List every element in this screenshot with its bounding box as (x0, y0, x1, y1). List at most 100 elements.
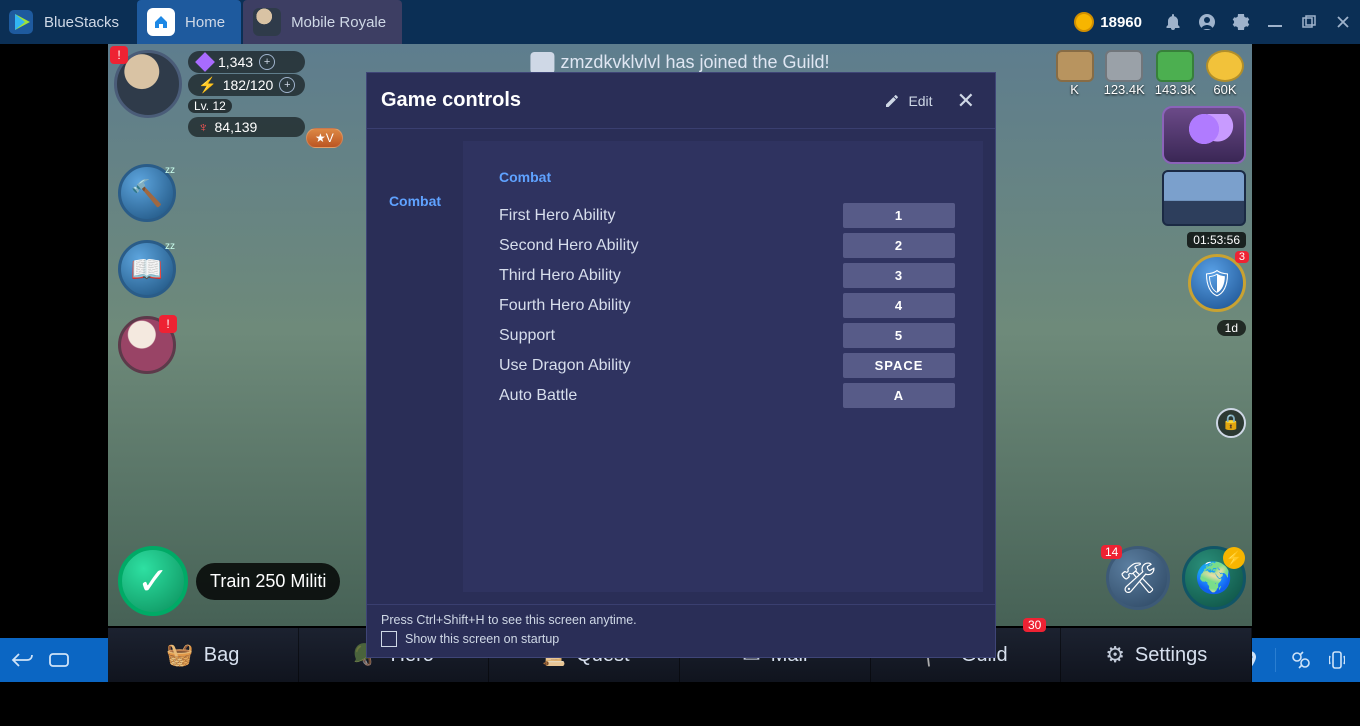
shake-icon[interactable] (1322, 645, 1352, 675)
dialog-header: Game controls Edit ✕ (367, 73, 995, 129)
coin-balance[interactable]: 18960 (1074, 12, 1142, 32)
dialog-title: Game controls (381, 89, 884, 112)
book-icon: 📖 (131, 254, 163, 285)
left-shortcut-column: 🔨zz 📖zz ! (118, 164, 176, 374)
coin-amount: 18960 (1100, 14, 1142, 31)
footer-hint: Press Ctrl+Shift+H to see this screen an… (381, 613, 981, 627)
edit-button[interactable]: Edit (884, 93, 932, 109)
control-label: Second Hero Ability (499, 237, 639, 255)
power-row[interactable]: ♆ 84,139 (188, 117, 305, 137)
power-icon: ♆ (198, 119, 209, 135)
keybind-input[interactable]: SPACE (843, 353, 955, 378)
tab-home-label: Home (185, 14, 225, 31)
chat-bubble-icon (530, 52, 554, 74)
reward-chest[interactable] (1162, 106, 1246, 164)
screenshot-icon[interactable] (1286, 645, 1316, 675)
game-controls-dialog: Game controls Edit ✕ Combat Combat First… (366, 72, 996, 658)
dialog-category-list: Combat (367, 129, 463, 604)
add-energy-icon[interactable]: + (279, 77, 295, 93)
window-minimize-icon[interactable] (1260, 7, 1290, 37)
task-hint[interactable]: ✓ Train 250 Militi (118, 546, 340, 616)
shield-duration: 1d (1217, 320, 1246, 336)
coin-icon (1074, 12, 1094, 32)
bluestacks-logo-icon (4, 5, 38, 39)
close-button[interactable]: ✕ (951, 84, 981, 118)
shield-icon: 🛡 (1200, 268, 1233, 299)
player-level: Lv. 12 (188, 99, 232, 113)
player-cluster: ! 1,343+ ⚡182/120+ Lv. 12 ♆84,139 (114, 50, 305, 137)
startup-checkbox[interactable] (381, 631, 397, 647)
nav-settings[interactable]: ⚙Settings (1061, 628, 1252, 682)
category-combat[interactable]: Combat (367, 193, 463, 209)
research-button[interactable]: 📖zz (118, 240, 176, 298)
wrench-icon: 🛠 (1119, 561, 1157, 596)
control-label: Use Dragon Ability (499, 357, 631, 375)
control-label: Support (499, 327, 555, 345)
energy-icon: ⚡ (198, 76, 217, 94)
control-label: Fourth Hero Ability (499, 297, 631, 315)
event-thumbnail[interactable] (1162, 170, 1246, 226)
resource-gold[interactable]: 60K (1206, 50, 1244, 97)
control-row: First Hero Ability1 (499, 203, 955, 228)
resource-k[interactable]: K (1056, 50, 1094, 97)
add-gems-icon[interactable]: + (259, 54, 275, 70)
energy-row[interactable]: ⚡ 182/120 + (188, 74, 305, 96)
back-button[interactable] (8, 645, 38, 675)
tab-home[interactable]: Home (137, 0, 241, 44)
resource-group: K 123.4K 143.3K 60K (1056, 50, 1244, 97)
home-button[interactable] (44, 645, 74, 675)
boost-icon: ⚡ (1223, 547, 1245, 569)
tab-mobile-royale[interactable]: Mobile Royale (243, 0, 402, 44)
hammer-icon: 🔨 (131, 178, 163, 209)
keybind-input[interactable]: 2 (843, 233, 955, 258)
dialog-footer: Press Ctrl+Shift+H to see this screen an… (367, 604, 995, 657)
locked-feature[interactable]: 🔒 (1216, 408, 1246, 438)
resource-stone[interactable]: 123.4K (1104, 50, 1145, 97)
world-map-button[interactable]: ⚡🌍 (1182, 546, 1246, 610)
hero-avatar-elf[interactable]: ! (118, 316, 176, 374)
keybind-input[interactable]: A (843, 383, 955, 408)
checkmark-icon: ✓ (137, 559, 169, 604)
tools-button[interactable]: 14🛠 (1106, 546, 1170, 610)
edit-label: Edit (908, 93, 932, 109)
game-viewport: ! 1,343 + ⚡ 182/120 + Lv. 12 ♆ 84,139 K 123.… (108, 44, 1252, 682)
energy-value: 182/120 (223, 77, 274, 93)
task-label: Train 250 Militi (196, 563, 340, 600)
window-restore-icon[interactable] (1294, 7, 1324, 37)
tab-game-label: Mobile Royale (291, 14, 386, 31)
power-value: 84,139 (215, 119, 258, 135)
bag-icon: 🧺 (166, 642, 193, 668)
keybind-input[interactable]: 5 (843, 323, 955, 348)
resource-wood[interactable]: 143.3K (1155, 50, 1196, 97)
window-close-icon[interactable] (1328, 7, 1358, 37)
right-event-column: 01:53:56 🛡3 1d 🔒 (1154, 106, 1246, 438)
task-check-button[interactable]: ✓ (118, 546, 188, 616)
resource-k-value: K (1070, 82, 1079, 97)
shield-event[interactable]: 🛡3 (1188, 254, 1246, 312)
event-timer: 01:53:56 (1187, 232, 1246, 248)
wood-value: 143.3K (1155, 82, 1196, 97)
control-row: Support 5 (499, 323, 955, 348)
alert-badge-icon: ! (110, 46, 128, 64)
control-row: Auto BattleA (499, 383, 955, 408)
bluestacks-titlebar: BlueStacks Home Mobile Royale 18960 (0, 0, 1360, 44)
settings-gear-icon[interactable] (1226, 7, 1256, 37)
guild-badge-count: 30 (1023, 618, 1046, 632)
keybind-input[interactable]: 3 (843, 263, 955, 288)
lock-icon: 🔒 (1222, 414, 1241, 431)
gem-count: 1,343 (218, 54, 253, 70)
gold-value: 60K (1213, 82, 1236, 97)
idle-zz-icon: zz (165, 165, 175, 176)
keybind-input[interactable]: 4 (843, 293, 955, 318)
account-icon[interactable] (1192, 7, 1222, 37)
pencil-icon (884, 93, 900, 109)
notifications-icon[interactable] (1158, 7, 1188, 37)
gold-icon (1206, 50, 1244, 82)
control-row: Second Hero Ability 2 (499, 233, 955, 258)
keybind-input[interactable]: 1 (843, 203, 955, 228)
close-icon: ✕ (957, 88, 975, 113)
nav-bag[interactable]: 🧺Bag (108, 628, 299, 682)
build-button[interactable]: 🔨zz (118, 164, 176, 222)
brand-label: BlueStacks (44, 14, 119, 31)
gem-row[interactable]: 1,343 + (188, 51, 305, 73)
